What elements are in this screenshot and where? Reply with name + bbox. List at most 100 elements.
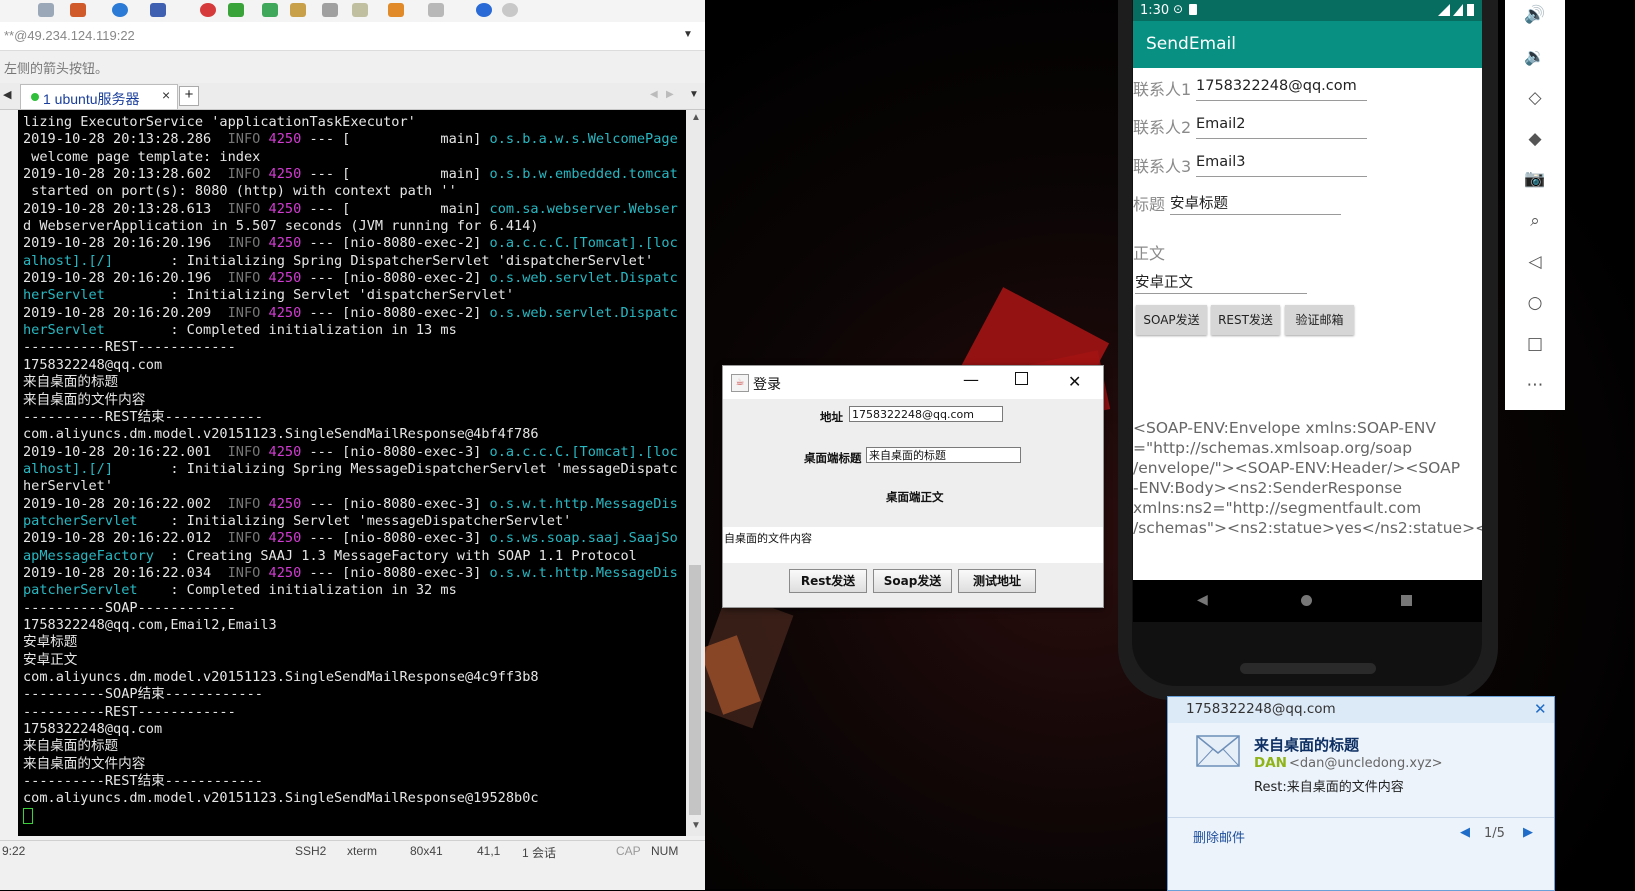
rotate-right-icon[interactable]: ◆ xyxy=(1523,127,1547,151)
subject-input[interactable]: 安卓标题 xyxy=(1170,192,1341,215)
terminal-text: 1758322248@qq.com xyxy=(23,356,163,373)
volume-up-icon[interactable]: 🔊 xyxy=(1523,3,1547,27)
notification-subject: 来自桌面的标题 xyxy=(1254,736,1360,754)
keyboard-icon[interactable] xyxy=(322,3,338,17)
back-icon[interactable]: ◁ xyxy=(1523,250,1547,274)
status-time: 9:22 xyxy=(2,844,26,858)
terminal-line: started on port(s): 8080 (http) with con… xyxy=(23,183,678,200)
terminal-scrollbar[interactable]: ▲ ▼ xyxy=(686,110,705,836)
dialog-title: 登录 xyxy=(753,377,781,393)
address-input[interactable]: 1758322248@qq.com xyxy=(849,406,1003,422)
previous-icon[interactable]: ◀ xyxy=(1460,825,1470,840)
body-input[interactable]: 安卓正文 xyxy=(1135,271,1307,294)
home-icon[interactable]: ○ xyxy=(1523,291,1547,315)
search-icon[interactable] xyxy=(38,3,54,17)
test-address-button[interactable]: 测试地址 xyxy=(958,569,1036,593)
next-icon[interactable]: ▶ xyxy=(1523,825,1533,840)
layout-icon[interactable] xyxy=(70,3,86,17)
tab-scroll-right-icon[interactable]: ▶ xyxy=(666,89,674,100)
new-tab-button[interactable]: + xyxy=(179,86,199,106)
terminal-text: --- [nio-8080-exec-3] xyxy=(301,443,490,460)
terminal-line: 2019-10-28 20:16:22.002 INFO 4250 --- [n… xyxy=(23,496,678,513)
body-textarea[interactable]: 自桌面的文件内容 xyxy=(723,527,1103,563)
dialog-title-bar[interactable]: ☕ 登录 — ✕ xyxy=(723,366,1103,399)
contact3-input[interactable]: Email3 xyxy=(1196,154,1367,177)
cell-signal-icon xyxy=(1453,4,1463,16)
terminal-text: 4250 xyxy=(260,131,302,148)
maximize-button[interactable] xyxy=(1015,372,1028,385)
terminal-line: com.aliyuncs.dm.model.v20151123.SingleSe… xyxy=(23,669,678,686)
terminal-text: d WebserverApplication in 5.507 seconds … xyxy=(23,218,539,235)
add-icon[interactable] xyxy=(388,3,404,17)
chat-icon[interactable] xyxy=(502,3,518,17)
globe-icon[interactable] xyxy=(112,3,128,17)
terminal-text: 来自桌面的文件内容 xyxy=(23,391,146,408)
tab-menu-icon[interactable]: ▼ xyxy=(689,89,699,100)
zoom-icon[interactable]: ⌕ xyxy=(1523,209,1547,233)
terminal-text: 2019-10-28 20:13:28.286 xyxy=(23,131,220,148)
terminal-text: 4250 xyxy=(260,564,302,581)
lock-icon[interactable] xyxy=(290,3,306,17)
subject-label: 桌面端标题 xyxy=(804,451,862,465)
volume-down-icon[interactable]: 🔉 xyxy=(1523,45,1547,69)
rest-send-button[interactable]: Rest发送 xyxy=(789,569,867,593)
xshell-status-bar: 9:22 SSH2 xterm 80x41 41,1 1 会话 CAP NUM xyxy=(0,840,705,890)
terminal-text: INFO xyxy=(219,530,261,547)
terminal-text: : Completed initialization in 13 ms xyxy=(104,322,457,339)
record-icon[interactable] xyxy=(200,3,216,17)
subject-input[interactable]: 来自桌面的标题 xyxy=(866,447,1021,463)
more-icon[interactable]: ⋯ xyxy=(1523,373,1547,397)
help-icon[interactable] xyxy=(476,3,492,17)
xshell-address-bar[interactable]: **@49.234.124.119:22 ▼ xyxy=(0,22,705,51)
tab-ubuntu-server[interactable]: 1 ubuntu服务器 × xyxy=(20,84,178,109)
terminal-line: ----------SOAP------------ xyxy=(23,600,678,617)
soap-send-button[interactable]: Soap发送 xyxy=(873,569,952,593)
camera-icon[interactable]: 📷 xyxy=(1523,167,1547,191)
home-icon[interactable] xyxy=(1301,595,1312,606)
terminal-line: 1758322248@qq.com xyxy=(23,721,678,738)
contact1-input[interactable]: 1758322248@qq.com xyxy=(1196,78,1367,101)
close-icon[interactable]: ✕ xyxy=(1534,700,1547,718)
soap-send-button[interactable]: SOAP发送 xyxy=(1136,305,1207,335)
body-label: 桌面端正文 xyxy=(886,490,944,504)
tab-close-button[interactable]: × xyxy=(162,87,170,103)
rotate-left-icon[interactable]: ◇ xyxy=(1523,86,1547,110)
hint-text: 左侧的箭头按钮。 xyxy=(4,61,109,76)
recents-icon[interactable] xyxy=(1401,595,1412,606)
contact2-input[interactable]: Email2 xyxy=(1196,116,1367,139)
transfer-icon[interactable] xyxy=(262,3,278,17)
chevron-left-icon[interactable]: ◀ xyxy=(3,88,11,101)
notification-sender-address: <dan@uncledong.xyz> xyxy=(1289,756,1443,771)
terminal-line: 2019-10-28 20:13:28.286 INFO 4250 --- [ … xyxy=(23,131,678,148)
scrollbar-thumb[interactable] xyxy=(689,565,701,815)
body-label: 正文 xyxy=(1133,244,1166,263)
back-icon[interactable]: ◀ xyxy=(1197,592,1208,608)
close-button[interactable]: ✕ xyxy=(1068,372,1081,391)
terminal-text: ----------REST结束------------ xyxy=(23,408,263,425)
terminal-line: ----------REST结束------------ xyxy=(23,773,678,790)
terminal-text: o.s.b.w.embedded.tomcat xyxy=(489,166,678,183)
tab-scroll-left-icon[interactable]: ◀ xyxy=(650,89,658,100)
scroll-up-icon[interactable]: ▲ xyxy=(691,112,701,123)
xshell-left-strip xyxy=(0,110,18,836)
terminal[interactable]: lizing ExecutorService 'applicationTaskE… xyxy=(18,110,686,836)
soap-response-text: <SOAP-ENV:Envelope xmlns:SOAP-ENV ="http… xyxy=(1133,419,1482,534)
terminal-text: : Initializing Servlet 'messageDispatche… xyxy=(137,512,572,529)
script-icon[interactable] xyxy=(228,3,244,17)
chevron-down-icon[interactable]: ▼ xyxy=(683,29,693,40)
java-icon: ☕ xyxy=(731,374,749,392)
terminal-text: INFO xyxy=(219,235,261,252)
verify-email-button[interactable]: 验证邮箱 xyxy=(1285,305,1354,335)
font-icon[interactable] xyxy=(150,3,166,17)
window-icon[interactable] xyxy=(428,3,444,17)
minimize-button[interactable]: — xyxy=(963,370,979,389)
terminal-line: 1758322248@qq.com,Email2,Email3 xyxy=(23,617,678,634)
rest-send-button[interactable]: REST发送 xyxy=(1211,305,1280,335)
delete-mail-link[interactable]: 删除邮件 xyxy=(1193,827,1245,846)
mail-notification[interactable]: 1758322248@qq.com ✕ 来自桌面的标题 DAN <dan@unc… xyxy=(1167,696,1555,891)
scroll-down-icon[interactable]: ▼ xyxy=(691,820,701,831)
terminal-line: 来自桌面的标题 xyxy=(23,374,678,391)
terminal-text: o.s.ws.soap.saaj.SaajSo xyxy=(489,530,678,547)
overview-icon[interactable]: □ xyxy=(1523,332,1547,356)
pen-icon[interactable] xyxy=(352,3,368,17)
